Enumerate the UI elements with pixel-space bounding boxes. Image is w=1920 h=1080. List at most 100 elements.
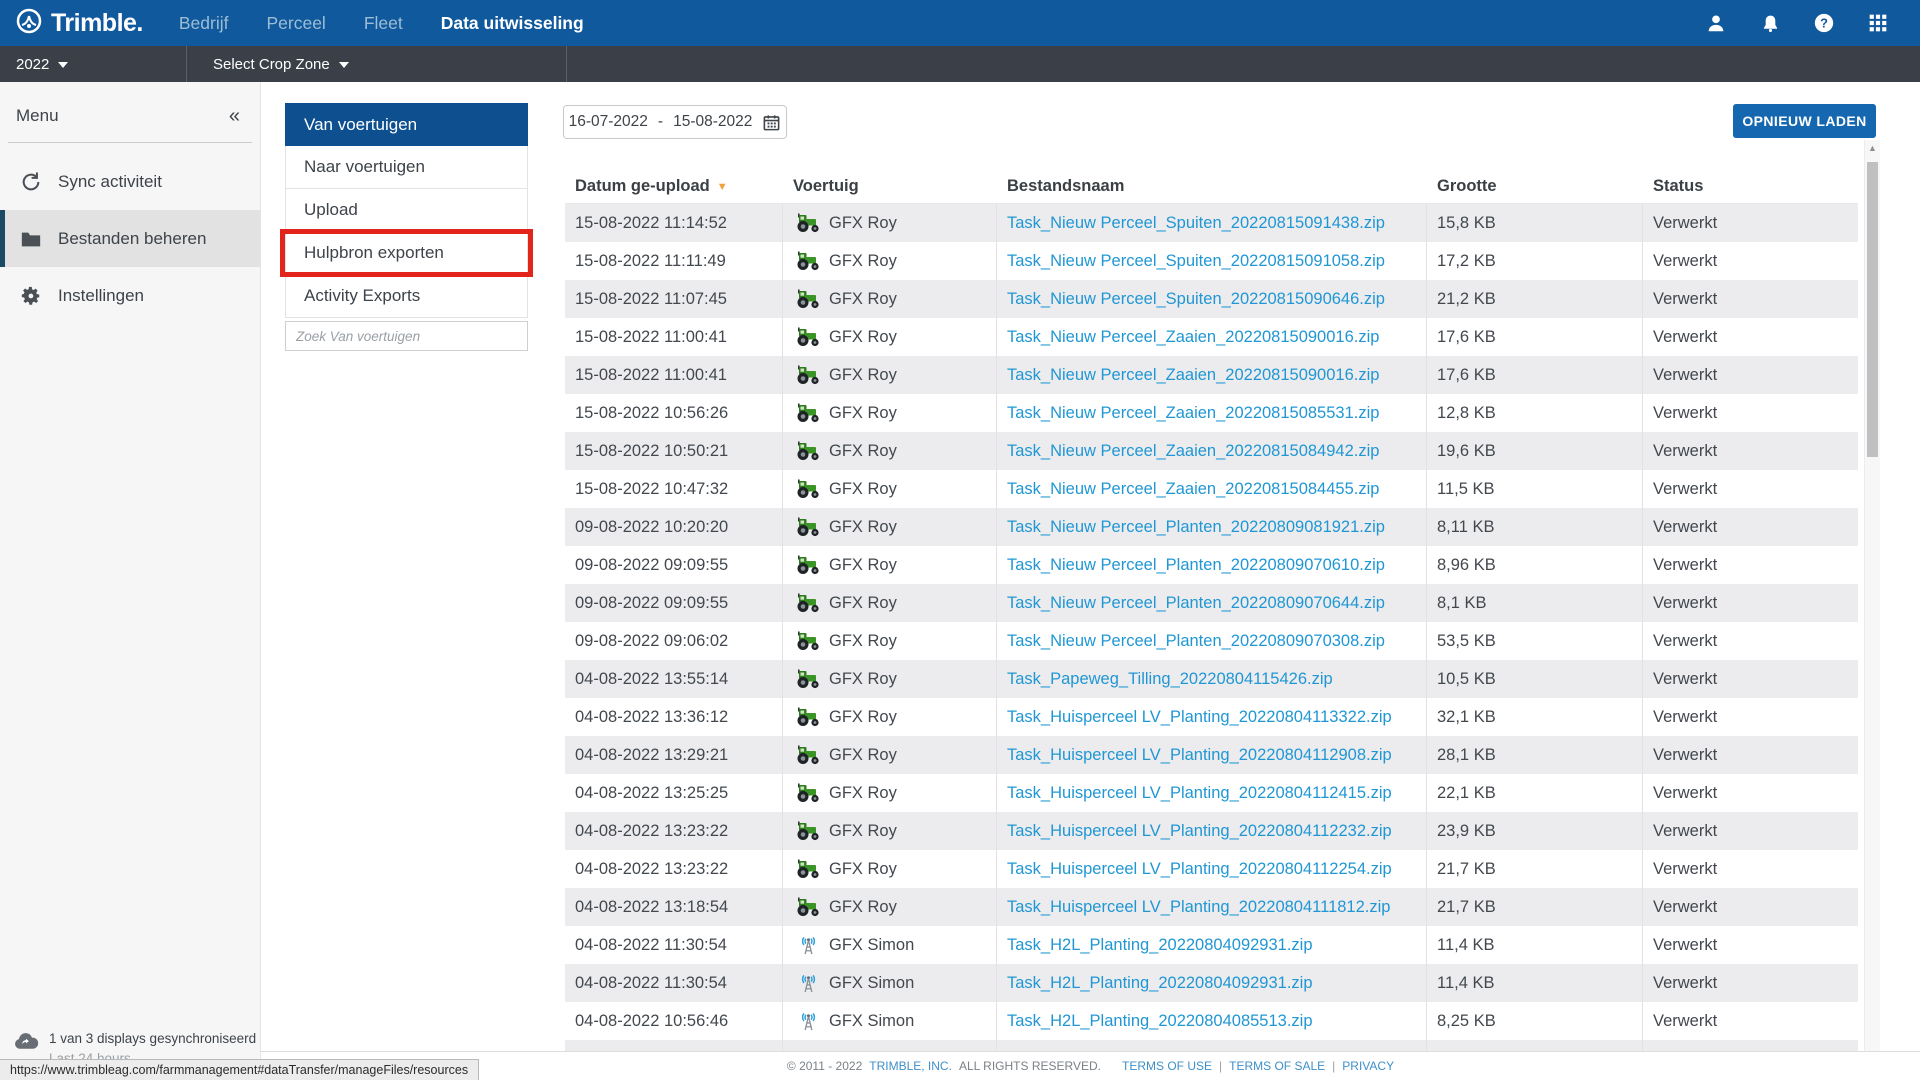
nav-item-perceel[interactable]: Perceel [266,13,325,34]
sync-status-line1: 1 van 3 displays gesynchroniseerd [49,1031,256,1046]
column-header-date[interactable]: Datum ge-upload ▼ [565,177,783,196]
tab-hulpbron-exporten[interactable]: Hulpbron exporten [285,232,528,275]
table-row: 09-08-2022 10:20:20GFX RoyTask_Nieuw Per… [565,508,1858,546]
calendar-icon [762,113,781,132]
file-download-link[interactable]: Task_Huisperceel LV_Planting_20220804113… [1007,708,1392,727]
nav-item-fleet[interactable]: Fleet [364,13,403,34]
tractor-icon [793,669,823,689]
vertical-scrollbar[interactable]: ▲ [1864,140,1880,1052]
cell-size: 21,2 KB [1427,280,1643,318]
sidebar-item-instellingen[interactable]: Instellingen [0,267,260,324]
terms-of-use-link[interactable]: TERMS OF USE [1122,1059,1212,1073]
column-header-vehicle[interactable]: Voertuig [783,177,997,196]
sidebar-item-label: Bestanden beheren [58,229,206,249]
cell-filename: Task_Huisperceel LV_Planting_20220804112… [997,774,1427,812]
cell-status: Verwerkt [1643,394,1858,432]
cell-filename: Task_Papeweg_Tilling_20220804115426.zip [997,660,1427,698]
file-download-link[interactable]: Task_Nieuw Perceel_Planten_2022080907030… [1007,632,1385,651]
file-download-link[interactable]: Task_Nieuw Perceel_Planten_2022080907061… [1007,556,1385,575]
search-input[interactable] [285,321,528,351]
cell-date: 09-08-2022 09:06:02 [565,622,783,660]
copyright-text: © 2011 - 2022 [787,1059,862,1073]
scroll-up-icon[interactable]: ▲ [1865,140,1880,156]
nav-items: Bedrijf Perceel Fleet Data uitwisseling [179,13,584,34]
status-url-tooltip: https://www.trimbleag.com/farmmanagement… [0,1059,479,1080]
file-download-link[interactable]: Task_Nieuw Perceel_Planten_2022080908192… [1007,518,1385,537]
user-icon[interactable] [1704,11,1728,35]
file-download-link[interactable]: Task_Nieuw Perceel_Spuiten_2022081509143… [1007,214,1385,233]
file-download-link[interactable]: Task_Huisperceel LV_Planting_20220804112… [1007,746,1392,765]
trimble-logo-icon [14,6,44,41]
tab-van-voertuigen[interactable]: Van voertuigen [285,103,528,146]
file-download-link[interactable]: Task_H2L_Planting_20220804092931.zip [1007,936,1313,955]
cell-size: 53,5 KB [1427,622,1643,660]
crop-zone-dropdown[interactable]: Select Crop Zone [187,46,567,82]
cell-date: 09-08-2022 10:20:20 [565,508,783,546]
vehicle-name: GFX Roy [829,290,897,309]
reload-button[interactable]: OPNIEUW LADEN [1733,104,1876,138]
column-header-size[interactable]: Grootte [1427,177,1643,196]
terms-of-sale-link[interactable]: TERMS OF SALE [1229,1059,1325,1073]
cell-vehicle: GFX Roy [783,774,997,812]
chevron-down-icon [58,62,68,68]
cell-size: 8,96 KB [1427,546,1643,584]
bell-icon[interactable] [1758,11,1782,35]
file-download-link[interactable]: Task_Huisperceel LV_Planting_20220804112… [1007,860,1392,879]
apps-grid-icon[interactable] [1866,11,1890,35]
file-download-link[interactable]: Task_Nieuw Perceel_Spuiten_2022081509064… [1007,290,1385,309]
sidebar-item-sync-activiteit[interactable]: Sync activiteit [0,153,260,210]
date-range-picker[interactable]: 16-07-2022 - 15-08-2022 [563,105,787,139]
cell-vehicle: GFX Roy [783,242,997,280]
cell-vehicle: GFX Roy [783,470,997,508]
date-range-start: 16-07-2022 [569,113,648,131]
table-row: 15-08-2022 10:47:32GFX RoyTask_Nieuw Per… [565,470,1858,508]
help-icon[interactable]: ? [1812,11,1836,35]
table-row: 15-08-2022 11:07:45GFX RoyTask_Nieuw Per… [565,280,1858,318]
vehicle-name: GFX Roy [829,480,897,499]
tab-upload[interactable]: Upload [285,189,528,232]
trimble-logo[interactable]: Trimble. [14,6,143,41]
file-download-link[interactable]: Task_Huisperceel LV_Planting_20220804112… [1007,822,1392,841]
nav-item-bedrijf[interactable]: Bedrijf [179,13,229,34]
file-download-link[interactable]: Task_Huisperceel LV_Planting_20220804111… [1007,898,1390,917]
file-download-link[interactable]: Task_H2L_Planting_20220804092931.zip [1007,974,1313,993]
table-row: 04-08-2022 11:30:54GFX SimonTask_H2L_Pla… [565,926,1858,964]
year-dropdown[interactable]: 2022 [0,46,187,82]
file-download-link[interactable]: Task_Nieuw Perceel_Spuiten_2022081509105… [1007,252,1385,271]
file-download-link[interactable]: Task_Huisperceel LV_Planting_20220804112… [1007,784,1392,803]
tractor-icon [793,517,823,537]
nav-item-data-uitwisseling[interactable]: Data uitwisseling [441,13,584,34]
cell-filename: Task_H2L_Planting_20220804092931.zip [997,964,1427,1002]
file-download-link[interactable]: Task_H2L_Planting_20220804085513.zip [1007,1012,1313,1031]
collapse-sidebar-icon[interactable]: « [229,109,240,123]
sync-icon [18,171,44,193]
cell-vehicle: GFX Roy [783,318,997,356]
file-download-link[interactable]: Task_Nieuw Perceel_Zaaien_20220815084942… [1007,442,1379,461]
cell-filename: Task_Huisperceel LV_Planting_20220804111… [997,888,1427,926]
vehicle-name: GFX Roy [829,404,897,423]
cell-date: 04-08-2022 10:56:46 [565,1002,783,1040]
radio-tower-icon [793,1011,823,1032]
column-header-status[interactable]: Status [1643,177,1858,196]
cell-size: 28,1 KB [1427,736,1643,774]
file-download-link[interactable]: Task_Nieuw Perceel_Zaaien_20220815090016… [1007,366,1379,385]
file-download-link[interactable]: Task_Papeweg_Tilling_20220804115426.zip [1007,670,1333,689]
column-header-filename[interactable]: Bestandsnaam [997,177,1427,196]
tractor-icon [793,859,823,879]
privacy-link[interactable]: PRIVACY [1342,1059,1394,1073]
scrollbar-thumb[interactable] [1867,162,1878,457]
tab-activity-exports[interactable]: Activity Exports [285,275,528,318]
file-download-link[interactable]: Task_Nieuw Perceel_Zaaien_20220815084455… [1007,480,1379,499]
table-row: 15-08-2022 10:56:26GFX RoyTask_Nieuw Per… [565,394,1858,432]
file-download-link[interactable]: Task_Nieuw Perceel_Planten_2022080907064… [1007,594,1385,613]
cell-filename: Task_Nieuw Perceel_Planten_2022080907030… [997,622,1427,660]
tractor-icon [793,289,823,309]
vehicle-name: GFX Roy [829,252,897,271]
sidebar-item-bestanden-beheren[interactable]: Bestanden beheren [0,210,260,267]
tab-naar-voertuigen[interactable]: Naar voertuigen [285,146,528,189]
table-header-row: Datum ge-upload ▼ Voertuig Bestandsnaam … [565,170,1858,204]
file-download-link[interactable]: Task_Nieuw Perceel_Zaaien_20220815085531… [1007,404,1379,423]
cell-filename: Task_Nieuw Perceel_Planten_2022080907061… [997,546,1427,584]
file-download-link[interactable]: Task_Nieuw Perceel_Zaaien_20220815090016… [1007,328,1379,347]
company-link[interactable]: TRIMBLE, INC. [869,1059,952,1073]
